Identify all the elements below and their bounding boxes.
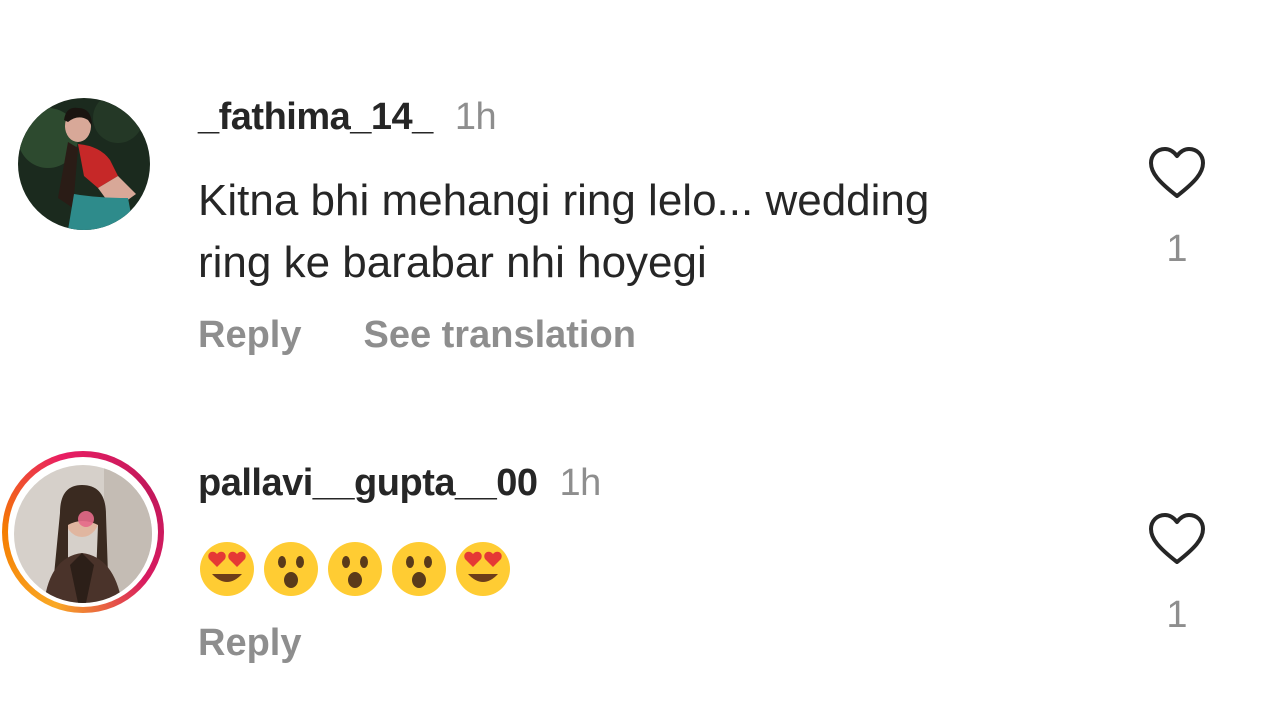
heart-outline-icon[interactable]: [1145, 142, 1209, 206]
surprised-emoji: [328, 542, 382, 596]
username[interactable]: pallavi__gupta__00 1h: [198, 462, 601, 505]
comment-text-line: ring ke barabar nhi hoyegi: [198, 238, 707, 287]
reply-button[interactable]: Reply: [198, 622, 301, 665]
comment-emojis: [198, 540, 512, 598]
comment-item: pallavi__gupta__00 1h Reply 1: [0, 380, 1280, 720]
avatar[interactable]: [14, 465, 152, 603]
heart-outline-icon[interactable]: [1145, 508, 1209, 572]
username[interactable]: _fathima_14_ 1h: [198, 96, 497, 139]
surprised-emoji: [392, 542, 446, 596]
like-count: 1: [1166, 594, 1188, 636]
timestamp: 1h: [559, 462, 602, 504]
comment-item: _fathima_14_ 1h Kitna bhi mehangi ring le…: [0, 0, 1280, 380]
comment-text-line: Kitna bhi mehangi ring lelo... wedding: [198, 176, 930, 225]
heart-eyes-emoji: [200, 542, 254, 596]
avatar[interactable]: [18, 98, 150, 230]
surprised-emoji: [264, 542, 318, 596]
heart-eyes-emoji: [456, 542, 510, 596]
see-translation-button[interactable]: See translation: [363, 314, 635, 357]
comment-actions: Reply See translation: [198, 314, 636, 357]
comment-actions: Reply: [198, 622, 301, 665]
timestamp: 1h: [454, 96, 497, 138]
like-count: 1: [1166, 228, 1188, 270]
comment-text: Kitna bhi mehangi ring lelo... wedding r…: [198, 170, 1098, 294]
reply-button[interactable]: Reply: [198, 314, 301, 357]
